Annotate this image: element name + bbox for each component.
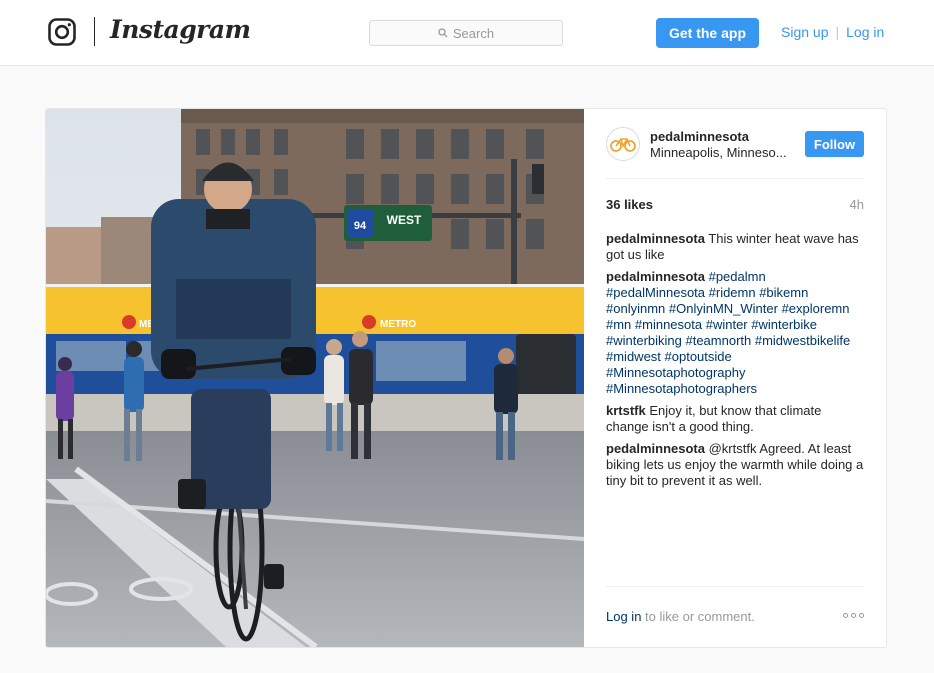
sign-route-label: 94	[354, 220, 367, 232]
post-footer: Log in to like or comment.	[606, 586, 864, 646]
comment-user[interactable]: pedalminnesota	[606, 441, 705, 456]
comment-item: krtstfk Enjoy it, but know that climate …	[606, 403, 866, 435]
post-age[interactable]: 4h	[850, 197, 864, 212]
log-in-link[interactable]: Log in	[846, 24, 884, 40]
footer-login-text: to like or comment.	[641, 609, 755, 624]
instagram-camera-icon[interactable]	[48, 18, 76, 46]
avatar[interactable]	[606, 127, 640, 161]
comment-user[interactable]: pedalminnesota	[606, 269, 705, 284]
bicycle-icon	[610, 138, 636, 152]
top-navigation: Instagram Search Get the app Sign up | L…	[0, 0, 934, 66]
dot	[859, 613, 864, 618]
dot	[843, 613, 848, 618]
footer-login-link[interactable]: Log in	[606, 609, 641, 624]
more-options-icon[interactable]	[843, 613, 864, 618]
follow-button[interactable]: Follow	[805, 131, 864, 157]
search-placeholder: Search	[452, 25, 495, 41]
search-icon	[438, 28, 448, 38]
post-location[interactable]: Minneapolis, Minneso...	[650, 145, 790, 160]
train-brand-right: METRO	[380, 319, 416, 330]
likes-count[interactable]: 36 likes	[606, 197, 653, 212]
post-photo[interactable]: 94 WEST METRO METRO	[46, 109, 584, 647]
login-to-comment: Log in to like or comment.	[606, 609, 755, 624]
comments-list: pedalminnesota This winter heat wave has…	[606, 231, 866, 495]
sign-direction-label: WEST	[387, 213, 422, 227]
logo-divider	[94, 17, 95, 46]
post-header: pedalminnesota Minneapolis, Minneso... F…	[606, 123, 864, 179]
comment-item: pedalminnesota @krtstfk Agreed. At least…	[606, 441, 866, 489]
search-input[interactable]: Search	[369, 20, 563, 46]
sign-up-link[interactable]: Sign up	[781, 24, 828, 40]
auth-separator: |	[835, 24, 840, 40]
comment-user[interactable]: pedalminnesota	[606, 231, 705, 246]
post-username[interactable]: pedalminnesota	[650, 129, 749, 144]
auth-links: Sign up | Log in	[781, 24, 884, 40]
post-side-panel: pedalminnesota Minneapolis, Minneso... F…	[584, 109, 886, 647]
comment-user[interactable]: krtstfk	[606, 403, 646, 418]
instagram-wordmark[interactable]: Instagram	[110, 15, 251, 44]
dot	[851, 613, 856, 618]
post-card: 94 WEST METRO METRO	[45, 108, 887, 648]
get-the-app-button[interactable]: Get the app	[656, 18, 759, 48]
comment-item: pedalminnesota #pedalmn #pedalMinnesota …	[606, 269, 866, 397]
comment-item: pedalminnesota This winter heat wave has…	[606, 231, 866, 263]
comment-hashtags[interactable]: #pedalmn #pedalMinnesota #ridemn #bikemn…	[606, 269, 850, 396]
